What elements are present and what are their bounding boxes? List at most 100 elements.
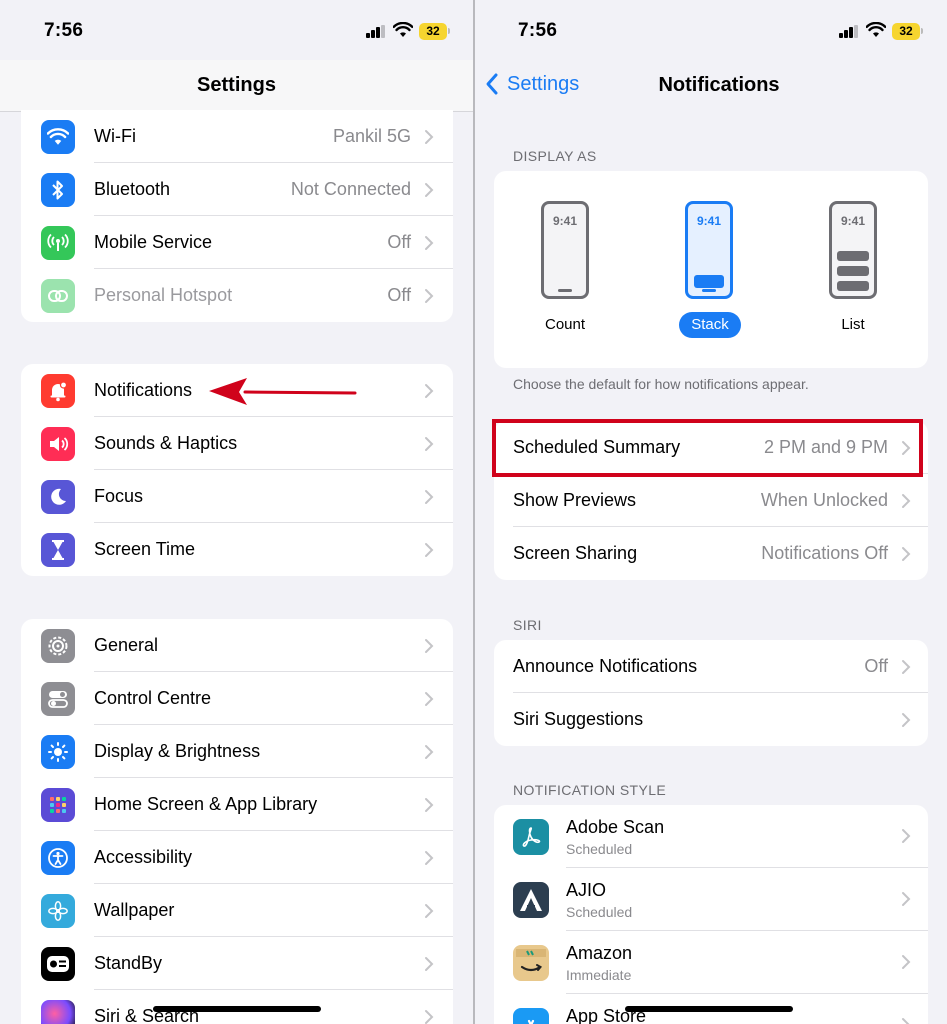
siri-group: Announce Notifications Off Siri Suggesti… (494, 640, 928, 746)
display-as-card: 9:41 Count 9:41 Stack 9:41 List (494, 171, 928, 368)
row-label: Bluetooth (94, 179, 171, 199)
row-show-previews[interactable]: Show Previews When Unlocked (494, 474, 928, 527)
amazon-icon (513, 945, 549, 981)
settings-row-accessibility[interactable]: Accessibility (21, 831, 453, 884)
flower-icon (41, 894, 75, 928)
chevron-right-icon (425, 1010, 434, 1024)
app-name: AJIO (566, 880, 607, 900)
settings-row-bluetooth[interactable]: Bluetooth Not Connected (21, 163, 453, 216)
row-label: Mobile Service (94, 232, 213, 252)
row-value: Off (387, 285, 411, 305)
row-label: Wi-Fi (94, 126, 136, 146)
row-value: Off (387, 232, 411, 252)
chevron-right-icon (425, 745, 434, 759)
accessibility-icon (41, 841, 75, 875)
row-label: Personal Hotspot (94, 285, 233, 305)
row-label: Accessibility (94, 847, 193, 867)
general-group: General Control Centre Display & Brightn… (21, 619, 453, 1024)
siri-icon (41, 1000, 75, 1024)
status-time: 7:56 (518, 20, 558, 41)
display-option-count[interactable]: 9:41 (541, 201, 589, 299)
chevron-right-icon (425, 851, 434, 865)
row-label: StandBy (94, 953, 163, 973)
home-indicator[interactable] (625, 1006, 793, 1012)
settings-row-focus[interactable]: Focus (21, 470, 453, 523)
chevron-right-icon (902, 660, 911, 674)
settings-row-mobile-service[interactable]: Mobile Service Off (21, 216, 453, 269)
row-announce-notifications[interactable]: Announce Notifications Off (494, 640, 928, 693)
nav-bar: Settings (0, 60, 473, 112)
toggles-icon (41, 682, 75, 716)
notifications-screen: 7:56 32 Settings Notifications DISPLAY A… (475, 0, 947, 1024)
chevron-right-icon (425, 236, 434, 250)
chevron-right-icon (425, 130, 434, 144)
page-title: Settings (197, 74, 276, 96)
app-row-adobe-scan[interactable]: Adobe Scan Scheduled (494, 805, 928, 868)
battery-icon: 32 (419, 23, 450, 40)
moon-icon (41, 480, 75, 514)
annotation-arrow-icon (209, 378, 357, 405)
annotation-highlight-box (492, 419, 923, 477)
apps-group: Adobe Scan Scheduled AJIO Scheduled Amaz… (494, 805, 928, 1024)
chevron-right-icon (425, 692, 434, 706)
row-label: Display & Brightness (94, 741, 261, 761)
display-option-list[interactable]: 9:41 (829, 201, 877, 299)
chevron-right-icon (902, 955, 911, 969)
chevron-right-icon (425, 490, 434, 504)
row-label: Announce Notifications (513, 656, 698, 676)
connectivity-group: Wi-Fi Pankil 5G Bluetooth Not Connected … (21, 110, 453, 322)
status-bar: 7:56 32 (0, 0, 473, 60)
battery-icon: 32 (892, 23, 923, 40)
settings-row-control-centre[interactable]: Control Centre (21, 672, 453, 725)
wifi-icon (41, 120, 75, 154)
app-delivery: Scheduled (566, 904, 633, 920)
wifi-status-icon (393, 22, 413, 37)
row-screen-sharing[interactable]: Screen Sharing Notifications Off (494, 527, 928, 580)
settings-row-wifi[interactable]: Wi-Fi Pankil 5G (21, 110, 453, 163)
chevron-right-icon (425, 639, 434, 653)
row-label: General (94, 635, 159, 655)
display-option-stack-label: Stack (679, 312, 741, 338)
row-label: Control Centre (94, 688, 212, 708)
app-row-ajio[interactable]: AJIO Scheduled (494, 868, 928, 931)
row-label: Siri Suggestions (513, 709, 644, 729)
row-value: Not Connected (290, 179, 411, 199)
home-indicator[interactable] (153, 1006, 321, 1012)
row-label: Wallpaper (94, 900, 175, 920)
hotspot-icon (41, 279, 75, 313)
settings-row-general[interactable]: General (21, 619, 453, 672)
mock-time: 9:41 (696, 214, 722, 228)
app-store-icon (513, 1008, 549, 1024)
chevron-right-icon (425, 289, 434, 303)
status-time: 7:56 (44, 20, 84, 41)
section-header-siri: SIRI (513, 617, 542, 633)
bluetooth-icon (41, 173, 75, 207)
row-value: Pankil 5G (332, 126, 411, 146)
chevron-right-icon (902, 713, 911, 727)
page-title-text: Notifications (658, 74, 780, 96)
settings-row-standby[interactable]: StandBy (21, 937, 453, 990)
cellular-signal-icon (839, 25, 859, 38)
display-option-stack[interactable]: 9:41 (685, 201, 733, 299)
row-label: Sounds & Haptics (94, 433, 238, 453)
settings-row-wallpaper[interactable]: Wallpaper (21, 884, 453, 937)
settings-row-sounds-haptics[interactable]: Sounds & Haptics (21, 417, 453, 470)
app-name: Adobe Scan (566, 817, 665, 837)
mock-time: 9:41 (840, 214, 866, 228)
settings-row-personal-hotspot[interactable]: Personal Hotspot Off (21, 269, 453, 322)
row-label: Screen Time (94, 539, 196, 559)
nav-bar: Settings Notifications (475, 60, 947, 112)
settings-row-screen-time[interactable]: Screen Time (21, 523, 453, 576)
adobe-scan-icon (513, 819, 549, 855)
row-value: Off (864, 656, 888, 676)
standby-icon (41, 947, 75, 981)
row-siri-suggestions[interactable]: Siri Suggestions (494, 693, 928, 746)
chevron-right-icon (425, 384, 434, 398)
speaker-icon (41, 427, 75, 461)
settings-row-display-brightness[interactable]: Display & Brightness (21, 725, 453, 778)
settings-row-home-screen[interactable]: Home Screen & App Library (21, 778, 453, 831)
app-delivery: Immediate (566, 967, 632, 983)
row-label: Show Previews (513, 490, 637, 510)
app-row-amazon[interactable]: Amazon Immediate (494, 931, 928, 994)
bell-icon (41, 374, 75, 408)
